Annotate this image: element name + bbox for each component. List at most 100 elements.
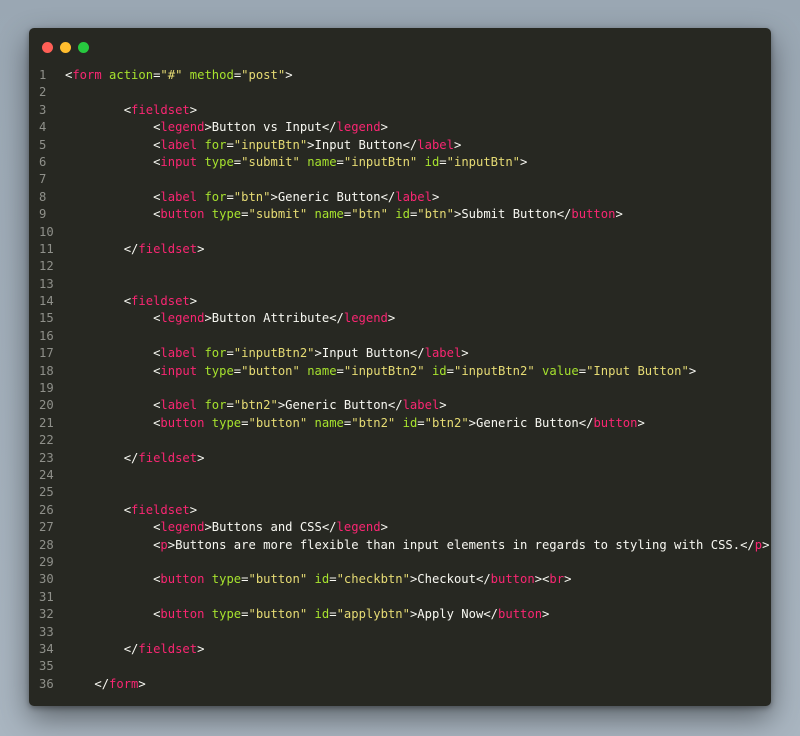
line-source	[65, 658, 771, 675]
code-line: 36 </form>	[29, 676, 771, 693]
token-pun: =	[417, 415, 425, 430]
token-tag: br	[549, 572, 565, 587]
maximize-dot-icon[interactable]	[78, 42, 89, 53]
token-tag: fieldset	[138, 450, 198, 465]
line-source	[65, 258, 771, 275]
token-tag: fieldset	[138, 641, 198, 656]
token-pun: <	[123, 502, 132, 517]
line-number: 27	[39, 520, 54, 535]
token-attr: id	[402, 415, 418, 430]
line-source: <button type="submit" name="btn" id="btn…	[65, 206, 771, 223]
code-line: 10	[29, 224, 771, 241]
token-pun: <	[123, 294, 132, 309]
code-line: 21 <button type="button" name="btn2" id=…	[29, 415, 771, 432]
token-val: "inputBtn2"	[453, 363, 535, 378]
token-attr: type	[211, 572, 242, 587]
token-pun: =	[226, 346, 234, 361]
token-txt: Generic Button	[285, 398, 388, 413]
token-pun: >	[380, 520, 388, 535]
line-number: 20	[39, 398, 54, 413]
line-source: <form action="#" method="post">	[65, 67, 771, 84]
token-attr: type	[211, 607, 242, 622]
token-tag: fieldset	[131, 294, 190, 309]
token-tag: legend	[160, 520, 205, 535]
code-line: 14 <fieldset>	[29, 293, 771, 310]
token-pun: =	[439, 154, 447, 169]
token-tag: input	[160, 363, 198, 378]
line-source: <label for="btn">Generic Button</label>	[65, 189, 771, 206]
token-pun: =	[226, 137, 234, 152]
line-source: </fieldset>	[65, 241, 771, 258]
line-source: </form>	[65, 676, 771, 693]
line-source	[65, 84, 771, 101]
token-txt: Button Attribute	[211, 311, 330, 326]
line-number: 32	[39, 607, 54, 622]
token-tag: fieldset	[138, 241, 198, 256]
token-attr: id	[424, 154, 440, 169]
line-number: 22	[39, 433, 54, 448]
token-val: "btn2"	[424, 415, 469, 430]
line-number: 30	[39, 572, 54, 587]
token-tag: p	[160, 537, 168, 552]
token-pun: =	[578, 363, 587, 378]
line-number: 25	[39, 485, 54, 500]
code-line: 11 </fieldset>	[29, 241, 771, 258]
token-attr: value	[542, 363, 579, 378]
line-number: 12	[39, 259, 54, 274]
token-pun: </	[123, 241, 139, 256]
token-pun: >	[520, 154, 528, 169]
line-source: </fieldset>	[65, 450, 771, 467]
token-attr: action	[109, 68, 154, 82]
token-tag: legend	[343, 311, 388, 326]
token-pun: >	[189, 102, 198, 117]
token-attr: type	[204, 363, 234, 378]
line-number: 14	[39, 294, 54, 309]
code-line: 33	[29, 624, 771, 641]
token-pun: </	[329, 311, 344, 326]
token-pun: >	[380, 120, 388, 135]
token-pun: >	[189, 502, 198, 517]
token-pun: </	[483, 607, 499, 622]
line-source: <button type="button" id="applybtn">Appl…	[65, 606, 771, 623]
token-val: "inputBtn"	[343, 154, 418, 169]
line-number: 11	[39, 241, 54, 256]
line-number: 23	[39, 450, 54, 465]
line-source	[65, 432, 771, 449]
token-tag: label	[160, 398, 198, 413]
token-attr: for	[204, 189, 227, 204]
line-number: 9	[39, 207, 47, 222]
line-source	[65, 624, 771, 641]
token-val: "submit"	[248, 207, 308, 222]
code-line: 32 <button type="button" id="applybtn">A…	[29, 606, 771, 623]
token-txt: Button vs Input	[211, 120, 322, 135]
close-dot-icon[interactable]	[42, 42, 53, 53]
line-number: 1	[39, 68, 47, 82]
token-attr: method	[189, 68, 234, 82]
code-line: 30 <button type="button" id="checkbtn">C…	[29, 571, 771, 588]
token-pun: >	[167, 537, 176, 552]
line-number: 10	[39, 224, 54, 239]
token-pun: </	[578, 415, 594, 430]
line-source	[65, 276, 771, 293]
line-number: 36	[39, 676, 54, 691]
token-pun: </	[380, 189, 396, 204]
token-pun: >	[204, 120, 212, 135]
code-line: 18 <input type="button" name="inputBtn2"…	[29, 363, 771, 380]
token-pun: >	[307, 137, 315, 152]
line-source	[65, 380, 771, 397]
token-txt: Input Button	[314, 137, 403, 152]
token-attr: name	[314, 415, 344, 430]
token-tag: button	[160, 415, 205, 430]
token-val: "applybtn"	[336, 607, 410, 622]
token-tag: button	[160, 572, 205, 587]
token-pun: =	[329, 572, 337, 587]
token-attr: id	[395, 207, 410, 222]
line-number: 8	[39, 189, 47, 204]
code-editor: 1 <form action="#" method="post"> 2 3 <fiel…	[29, 67, 771, 693]
minimize-dot-icon[interactable]	[60, 42, 71, 53]
line-source	[65, 171, 771, 188]
